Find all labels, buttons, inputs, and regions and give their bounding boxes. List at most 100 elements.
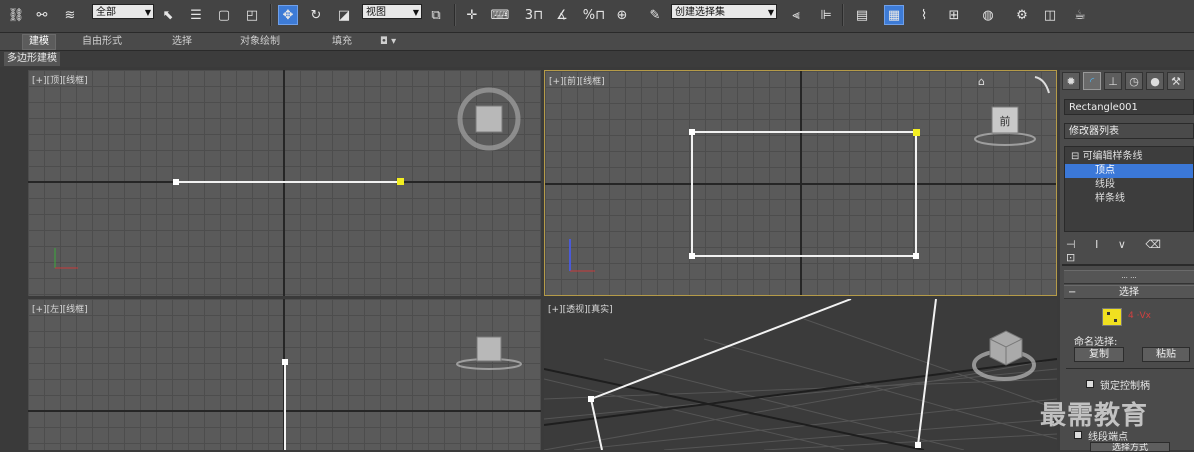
tab-populate[interactable]: 填充	[332, 35, 352, 49]
stack-item-vertex[interactable]: 顶点	[1065, 164, 1193, 178]
select-move-icon[interactable]: ✥	[278, 5, 298, 25]
bind-space-warp-icon[interactable]: ≋	[60, 5, 80, 25]
modifier-list-dropdown[interactable]: 修改器列表	[1064, 123, 1194, 139]
align-icon[interactable]: ⊫	[816, 5, 836, 25]
stack-item-editable-spline[interactable]: ⊟ 可编辑样条线	[1071, 150, 1143, 164]
render-setup-icon[interactable]: ⚙	[1012, 5, 1032, 25]
pivot-center-icon[interactable]: ⧉	[426, 5, 446, 25]
percent-snap-icon[interactable]: % ⊓	[582, 5, 606, 25]
curve-editor-icon[interactable]: ⌇	[914, 5, 934, 25]
viewcube-ring	[974, 132, 1036, 146]
subtab-polygon-modeling[interactable]: 多边形建模	[4, 52, 60, 66]
modify-tab-icon[interactable]: ◜	[1083, 72, 1101, 90]
motion-tab-icon[interactable]: ◷	[1125, 72, 1143, 90]
modifier-stack: ⊟ 可编辑样条线 顶点 线段 样条线	[1064, 146, 1194, 232]
create-tab-icon[interactable]: ✹	[1062, 72, 1080, 90]
rect-vertex-top-left[interactable]	[689, 129, 695, 135]
left-gutter	[0, 67, 28, 450]
viewport-label-perspective[interactable]: [+][透视][真实]	[548, 302, 613, 315]
render-production-icon[interactable]: ☕	[1070, 5, 1090, 25]
angle-snap-icon[interactable]: ∡	[552, 5, 572, 25]
copy-button[interactable]: 复制	[1074, 347, 1124, 362]
command-panel: ✹ ◜ ⊥ ◷ ● ⚒ Rectangle001 修改器列表 ⊟ 可编辑样条线 …	[1060, 70, 1194, 452]
selection-filter-dropdown[interactable]: 全部 ▼	[92, 4, 154, 19]
spline-first-vertex[interactable]	[397, 178, 404, 185]
edit-named-selection-icon[interactable]: ✎	[645, 5, 665, 25]
snaps-toggle-icon[interactable]: 3 ⊓	[522, 5, 546, 25]
ribbon-sub-bar	[0, 51, 1194, 67]
stack-controls[interactable]: ⊣ Ⅰ ∨ ⌫ ⊡	[1066, 238, 1194, 264]
utilities-tab-icon[interactable]: ⚒	[1167, 72, 1185, 90]
viewport-left[interactable]: [+][左][线框]	[28, 299, 541, 450]
main-toolbar: ⛓ ⚯ ≋ 全部 ▼ ⬉ ☰ ▢ ◰ ✥ ↻ ◪ 视图 ▼ ⧉ ✛ ⌨ 3 ⊓ ∡ %…	[0, 0, 1194, 33]
rect-edge-right	[917, 299, 937, 446]
group-divider	[1066, 368, 1194, 369]
lock-handles-label: 锁定控制柄	[1100, 381, 1150, 392]
rect-vertex-bottom-right[interactable]	[913, 253, 919, 259]
viewport-perspective[interactable]: [+][透视][真实]	[544, 299, 1057, 450]
layer-manager-icon[interactable]: ▤	[852, 5, 872, 25]
schematic-view-icon[interactable]: ⊞	[944, 5, 964, 25]
lock-handles-checkbox[interactable]	[1086, 380, 1094, 388]
viewport-top[interactable]: [+][顶][线框]	[28, 70, 541, 296]
vertex-count-label: 4 ·Vx	[1128, 311, 1151, 321]
rect-vertex-top-right[interactable]	[913, 129, 920, 136]
stack-item-spline[interactable]: 样条线	[1095, 192, 1125, 206]
rect-edge-top	[590, 299, 852, 400]
unlink-icon[interactable]: ⚯	[32, 5, 52, 25]
panel-divider	[1062, 264, 1194, 266]
toggle-ribbon-icon[interactable]: ▦	[884, 5, 904, 25]
tab-modeling[interactable]: 建模	[22, 34, 56, 50]
select-rotate-icon[interactable]: ↻	[306, 5, 326, 25]
stack-item-segment[interactable]: 线段	[1095, 178, 1115, 192]
spinner-snap-icon[interactable]: ⊕	[612, 5, 632, 25]
rect-vertex[interactable]	[588, 396, 594, 402]
vertex-subobject-button[interactable]	[1102, 308, 1122, 326]
rect-selection-region-icon[interactable]: ▢	[214, 5, 234, 25]
object-name-field[interactable]: Rectangle001	[1064, 99, 1194, 115]
rect-vertex[interactable]	[915, 442, 921, 448]
hierarchy-tab-icon[interactable]: ⊥	[1104, 72, 1122, 90]
left-view-shape	[282, 336, 522, 450]
viewcube-top-icon[interactable]	[475, 105, 503, 133]
tab-selection[interactable]: 选择	[172, 35, 192, 49]
rect-vertex-bottom-left[interactable]	[689, 253, 695, 259]
named-selections-label: 命名选择:	[1074, 337, 1118, 348]
tab-freeform[interactable]: 自由形式	[82, 35, 122, 49]
named-selection-set-dropdown[interactable]: 创建选择集 ▼	[671, 4, 777, 19]
viewport-front[interactable]: [+][前][线框] 前 ⌂	[544, 70, 1057, 296]
spline-vertex[interactable]	[282, 359, 288, 365]
perspective-grid	[544, 299, 1057, 450]
tab-object-paint[interactable]: 对象绘制	[240, 35, 280, 49]
top-view-shape	[54, 87, 521, 269]
spline-vertex[interactable]	[173, 179, 179, 185]
material-editor-icon[interactable]: ◍	[978, 5, 998, 25]
watermark: 最需教育	[1040, 401, 1149, 431]
collapse-icon: −	[1068, 287, 1077, 298]
paste-button[interactable]: 粘贴	[1142, 347, 1190, 362]
rendered-frame-window-icon[interactable]: ◫	[1040, 5, 1060, 25]
keyboard-shortcut-override-icon[interactable]: ⌨	[490, 5, 510, 25]
select-object-icon[interactable]: ⬉	[158, 5, 178, 25]
mirror-icon[interactable]: ⫷	[786, 5, 806, 25]
rectangle-spline	[691, 131, 917, 257]
viewcube-face-label: 前	[1000, 114, 1011, 128]
reference-coordinate-dropdown[interactable]: 视图 ▼	[362, 4, 422, 19]
ribbon-options-icon[interactable]: ◘ ▾	[380, 35, 396, 49]
select-by-name-icon[interactable]: ☰	[186, 5, 206, 25]
front-view-shape: 前 ⌂	[569, 75, 1050, 272]
segment-end-checkbox[interactable]	[1074, 431, 1082, 439]
manipulate-icon[interactable]: ✛	[462, 5, 482, 25]
window-crossing-icon[interactable]: ◰	[242, 5, 262, 25]
rollout-selection-header[interactable]: − 选择	[1064, 285, 1194, 299]
link-icon[interactable]: ⛓	[6, 5, 26, 25]
viewcube-left-icon[interactable]	[476, 336, 502, 362]
viewcube-rotate-arrow-icon[interactable]	[1034, 76, 1050, 94]
home-icon[interactable]: ⌂	[978, 75, 985, 88]
select-scale-icon[interactable]: ◪	[334, 5, 354, 25]
select-by-button[interactable]: 选择方式	[1090, 442, 1170, 452]
world-axis-y	[544, 368, 925, 450]
display-tab-icon[interactable]: ●	[1146, 72, 1164, 90]
rollout-rendering-header[interactable]: ··· ···	[1064, 270, 1194, 284]
rect-edge-left	[590, 398, 603, 450]
